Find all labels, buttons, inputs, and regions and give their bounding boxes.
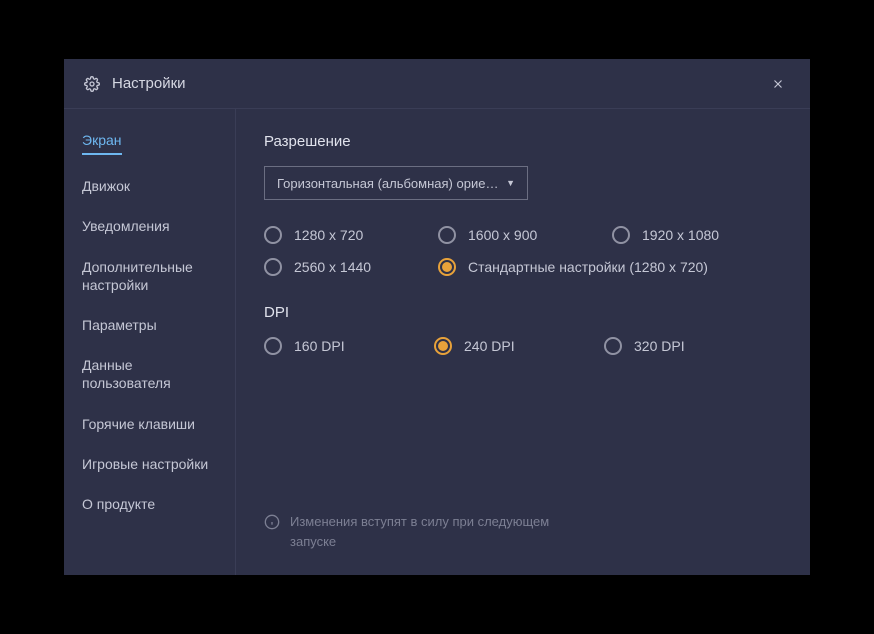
radio-label: 240 DPI: [464, 338, 515, 354]
resolution-radio-group: 1280 x 720 1600 x 900 1920 x 1080 2560 x…: [264, 226, 782, 276]
sidebar-item-advanced[interactable]: Дополнительные настройки: [82, 258, 217, 294]
radio-icon: [438, 226, 456, 244]
info-icon: [264, 514, 280, 530]
close-icon[interactable]: [766, 72, 790, 96]
radio-icon: [264, 258, 282, 276]
sidebar-item-parameters[interactable]: Параметры: [82, 316, 217, 334]
radio-icon: [438, 258, 456, 276]
resolution-option-1920x1080[interactable]: 1920 x 1080: [612, 226, 782, 244]
dpi-section-title: DPI: [264, 304, 782, 321]
dropdown-value: Горизонтальная (альбомная) ориентация: [277, 176, 500, 191]
radio-label: 2560 x 1440: [294, 259, 371, 275]
sidebar-item-user-data[interactable]: Данные пользователя: [82, 356, 217, 392]
radio-label: 160 DPI: [294, 338, 345, 354]
dialog-header: Настройки: [64, 59, 810, 109]
chevron-down-icon: ▼: [506, 178, 515, 188]
orientation-dropdown[interactable]: Горизонтальная (альбомная) ориентация ▼: [264, 166, 528, 200]
radio-label: 320 DPI: [634, 338, 685, 354]
resolution-section-title: Разрешение: [264, 133, 782, 150]
radio-icon: [434, 337, 452, 355]
restart-notice: Изменения вступят в силу при следующем з…: [264, 512, 590, 551]
dpi-radio-group: 160 DPI 240 DPI 320 DPI: [264, 337, 782, 355]
radio-icon: [612, 226, 630, 244]
radio-icon: [604, 337, 622, 355]
resolution-option-1600x900[interactable]: 1600 x 900: [438, 226, 608, 244]
sidebar-item-screen[interactable]: Экран: [82, 131, 122, 155]
sidebar-item-notifications[interactable]: Уведомления: [82, 217, 217, 235]
gear-icon: [84, 76, 100, 92]
radio-icon: [264, 226, 282, 244]
resolution-option-1280x720[interactable]: 1280 x 720: [264, 226, 434, 244]
dpi-option-320[interactable]: 320 DPI: [604, 337, 774, 355]
dpi-option-160[interactable]: 160 DPI: [264, 337, 434, 355]
sidebar-item-game-settings[interactable]: Игровые настройки: [82, 455, 217, 473]
dialog-body: Экран Движок Уведомления Дополнительные …: [64, 109, 810, 575]
radio-label: 1600 x 900: [468, 227, 537, 243]
content-panel: Разрешение Горизонтальная (альбомная) ор…: [236, 109, 810, 575]
dpi-option-240[interactable]: 240 DPI: [434, 337, 604, 355]
sidebar-item-about[interactable]: О продукте: [82, 495, 217, 513]
notice-text: Изменения вступят в силу при следующем з…: [290, 512, 590, 551]
radio-label: 1280 x 720: [294, 227, 363, 243]
resolution-option-default[interactable]: Стандартные настройки (1280 x 720): [438, 258, 782, 276]
dialog-title: Настройки: [112, 75, 186, 92]
sidebar-item-hotkeys[interactable]: Горячие клавиши: [82, 415, 217, 433]
radio-label: Стандартные настройки (1280 x 720): [468, 259, 708, 275]
settings-dialog: Настройки Экран Движок Уведомления Допол…: [64, 59, 810, 575]
sidebar: Экран Движок Уведомления Дополнительные …: [64, 109, 236, 575]
radio-icon: [264, 337, 282, 355]
sidebar-item-engine[interactable]: Движок: [82, 177, 217, 195]
header-left: Настройки: [84, 75, 186, 92]
radio-label: 1920 x 1080: [642, 227, 719, 243]
resolution-option-2560x1440[interactable]: 2560 x 1440: [264, 258, 434, 276]
